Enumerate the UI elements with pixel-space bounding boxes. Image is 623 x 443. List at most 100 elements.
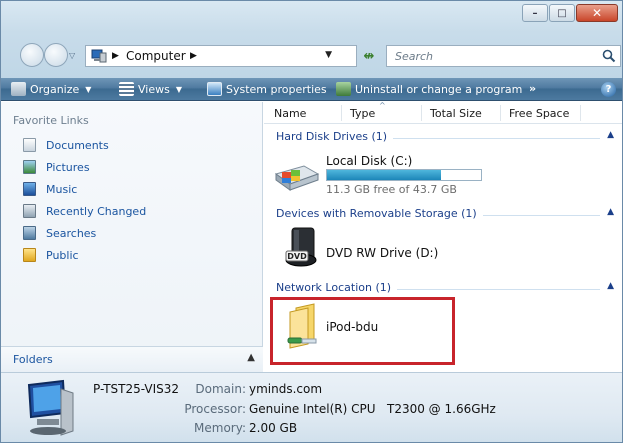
processor-value: Genuine Intel(R) CPU: [249, 402, 376, 416]
command-bar: Organize ▼ Views ▼ System properties Unins…: [1, 78, 622, 101]
computer-icon: [91, 49, 107, 63]
group-removable-storage[interactable]: Devices with Removable Storage (1) ▲: [264, 207, 622, 223]
computer-icon: [27, 379, 74, 436]
chevron-up-icon: ▲: [247, 352, 255, 363]
system-properties-button[interactable]: System properties: [207, 82, 327, 96]
sidebar-item-label: Public: [46, 248, 79, 262]
uninstall-label: Uninstall or change a program: [355, 82, 523, 96]
breadcrumb-separator-icon[interactable]: ▶: [190, 51, 197, 61]
processor-label: Processor:: [184, 402, 246, 416]
column-headers: Name ^ Type Total Size Free Space: [264, 101, 622, 124]
minimize-icon: –: [532, 7, 538, 19]
collapse-icon[interactable]: ▲: [607, 130, 614, 140]
documents-icon: [23, 138, 36, 152]
public-folder-icon: [23, 248, 36, 262]
close-button[interactable]: ✕: [576, 4, 618, 22]
details-pane: P-TST25-VIS32 Domain: yminds.com Process…: [1, 372, 622, 442]
views-label: Views: [138, 82, 170, 96]
column-free-space[interactable]: Free Space: [509, 107, 569, 120]
recent-pages-dropdown[interactable]: ▽: [69, 51, 77, 60]
search-input[interactable]: Search: [386, 45, 621, 67]
close-icon: ✕: [591, 6, 603, 20]
sidebar-item-music[interactable]: Music: [23, 182, 77, 196]
dvd-drive-icon: DVD: [285, 227, 317, 267]
capacity-bar: [326, 169, 482, 181]
music-icon: [23, 182, 36, 196]
drive-name: DVD RW Drive (D:): [326, 246, 439, 260]
title-bar: – □ ✕ ▽ ▶ Computer ▶ ▼ ↮ Search: [1, 1, 622, 79]
searches-icon: [23, 226, 36, 240]
refresh-icon: ↮: [363, 48, 375, 64]
memory-label: Memory:: [194, 421, 246, 435]
sidebar-item-label: Recently Changed: [46, 204, 147, 218]
caption-buttons: – □ ✕: [521, 4, 618, 22]
group-label: Hard Disk Drives (1): [276, 130, 394, 143]
computer-name: P-TST25-VIS32: [93, 382, 180, 396]
drive-name: Local Disk (C:): [326, 154, 413, 168]
group-label: Network Location (1): [276, 281, 398, 294]
pictures-icon: [23, 160, 36, 174]
column-divider[interactable]: [580, 105, 581, 121]
sort-indicator-icon: ^: [379, 101, 386, 110]
sidebar-item-label: Music: [46, 182, 78, 196]
domain-label: Domain:: [195, 382, 246, 396]
system-properties-icon: [207, 82, 222, 96]
search-icon[interactable]: [602, 49, 616, 63]
column-divider[interactable]: [500, 105, 501, 121]
sidebar-item-documents[interactable]: Documents: [23, 138, 109, 152]
folders-toggle[interactable]: Folders ▲: [1, 346, 263, 372]
breadcrumb-separator-icon[interactable]: ▶: [112, 51, 119, 61]
address-dropdown-icon[interactable]: ▼: [325, 50, 332, 60]
programs-icon: [336, 82, 351, 96]
sidebar-item-label: Pictures: [46, 160, 90, 174]
organize-icon: [11, 82, 26, 96]
dvd-badge: DVD: [287, 252, 307, 261]
folders-label: Folders: [13, 353, 53, 366]
help-icon: ?: [605, 84, 612, 95]
maximize-icon: □: [557, 7, 567, 19]
collapse-icon[interactable]: ▲: [607, 207, 614, 217]
search-placeholder: Search: [395, 50, 434, 63]
navigation-pane: Favorite Links Documents Pictures Music …: [1, 102, 263, 372]
breadcrumb-computer[interactable]: Computer: [126, 49, 186, 63]
collapse-icon[interactable]: ▲: [607, 281, 614, 291]
more-label: »: [529, 82, 537, 95]
group-hard-disk-drives[interactable]: Hard Disk Drives (1) ▲: [264, 130, 622, 146]
free-space-text: 11.3 GB free of 43.7 GB: [326, 183, 457, 196]
capacity-fill: [327, 170, 442, 180]
address-bar[interactable]: ▶ Computer ▶ ▼: [85, 45, 357, 67]
chevron-down-icon: ▼: [85, 84, 92, 94]
column-divider[interactable]: [341, 105, 342, 121]
column-name[interactable]: Name: [274, 107, 306, 120]
group-network-location[interactable]: Network Location (1) ▲: [264, 281, 622, 297]
uninstall-program-button[interactable]: Uninstall or change a program: [336, 82, 522, 96]
views-icon: [119, 82, 134, 96]
organize-label: Organize: [30, 82, 80, 96]
forward-button[interactable]: [44, 43, 68, 67]
maximize-button[interactable]: □: [549, 4, 575, 22]
recently-changed-icon: [23, 204, 36, 218]
system-properties-label: System properties: [226, 82, 327, 96]
explorer-window: – □ ✕ ▽ ▶ Computer ▶ ▼ ↮ Search Organize…: [0, 0, 623, 443]
minimize-button[interactable]: –: [522, 4, 548, 22]
organize-button[interactable]: Organize ▼: [11, 82, 91, 96]
column-total-size[interactable]: Total Size: [430, 107, 482, 120]
memory-value: 2.00 GB: [249, 421, 298, 435]
domain-value: yminds.com: [249, 382, 323, 396]
highlight-box: [270, 297, 455, 365]
sidebar-item-searches[interactable]: Searches: [23, 226, 96, 240]
help-button[interactable]: ?: [601, 82, 616, 97]
refresh-button[interactable]: ↮: [358, 45, 380, 67]
chevron-down-icon: ▼: [175, 84, 182, 94]
sidebar-item-recently-changed[interactable]: Recently Changed: [23, 204, 146, 218]
sidebar-item-public[interactable]: Public: [23, 248, 79, 262]
views-button[interactable]: Views ▼: [119, 82, 182, 96]
hard-disk-icon: [274, 165, 320, 191]
group-label: Devices with Removable Storage (1): [276, 207, 483, 220]
sidebar-item-pictures[interactable]: Pictures: [23, 160, 90, 174]
column-type[interactable]: Type: [350, 107, 375, 120]
more-commands-button[interactable]: »: [529, 82, 536, 95]
processor-model: T2300 @ 1.66GHz: [387, 402, 496, 416]
back-button[interactable]: [20, 43, 44, 67]
column-divider[interactable]: [421, 105, 422, 121]
